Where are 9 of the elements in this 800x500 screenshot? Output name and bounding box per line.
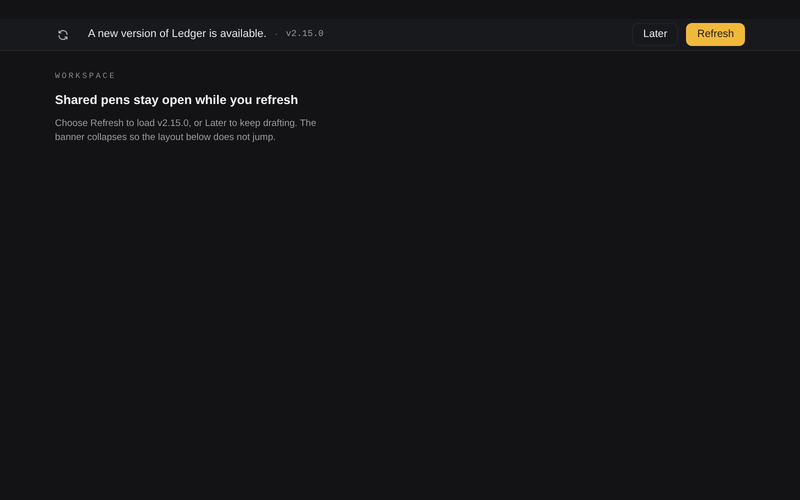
refresh-icon [57,28,69,40]
section-eyebrow: WORKSPACE [55,71,118,83]
version-label: v2.15.0 [286,28,324,41]
section-title: Shared pens stay open while you refresh [55,92,300,109]
refresh-button[interactable]: Refresh [686,23,745,46]
update-message: A new version of Ledger is available. [88,27,267,42]
section-description: Choose Refresh to load v2.15.0, or Later to keep drafting. The banner collapses so the layout below does not jump. [55,116,318,144]
later-button[interactable]: Later [632,23,678,46]
separator: · [274,28,278,42]
